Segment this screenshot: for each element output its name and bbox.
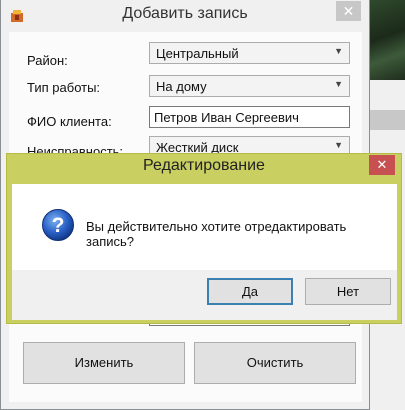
background-photo [370, 0, 405, 80]
close-icon: ✕ [376, 157, 388, 172]
close-button[interactable]: ✕ [336, 1, 361, 21]
yes-button[interactable]: Да [207, 278, 293, 305]
client-name-input[interactable]: Петров Иван Сергеевич [149, 106, 350, 128]
close-icon: ✕ [342, 3, 355, 19]
district-value: Центральный [156, 46, 239, 61]
client-name-label: ФИО клиента: [27, 114, 112, 129]
district-select[interactable]: Центральный ▼ [149, 42, 350, 64]
edit-button[interactable]: Изменить [23, 342, 185, 384]
work-type-value: На дому [156, 79, 207, 94]
edit-confirm-dialog: Редактирование ✕ ? Вы действительно хоти… [6, 153, 402, 324]
dialog-close-button[interactable]: ✕ [369, 155, 395, 175]
dialog-body: ? Вы действительно хотите отредактироват… [12, 184, 397, 320]
chevron-down-icon: ▼ [334, 79, 343, 89]
window-title: Добавить запись [122, 5, 248, 22]
title-bar[interactable]: Добавить запись ✕ [1, 0, 369, 32]
work-type-label: Тип работы: [27, 80, 101, 95]
chevron-down-icon: ▼ [334, 140, 343, 150]
question-icon: ? [42, 209, 74, 241]
work-type-select[interactable]: На дому ▼ [149, 75, 350, 97]
district-label: Район: [27, 53, 68, 68]
dialog-message: Вы действительно хотите отредактировать … [86, 219, 347, 249]
clear-button[interactable]: Очистить [194, 342, 356, 384]
chevron-down-icon: ▼ [334, 46, 343, 56]
dialog-message-area: ? Вы действительно хотите отредактироват… [12, 184, 397, 270]
no-button[interactable]: Нет [305, 278, 391, 305]
dialog-title: Редактирование [143, 157, 265, 174]
background-toolbar [370, 110, 405, 130]
svg-text:?: ? [52, 214, 65, 237]
